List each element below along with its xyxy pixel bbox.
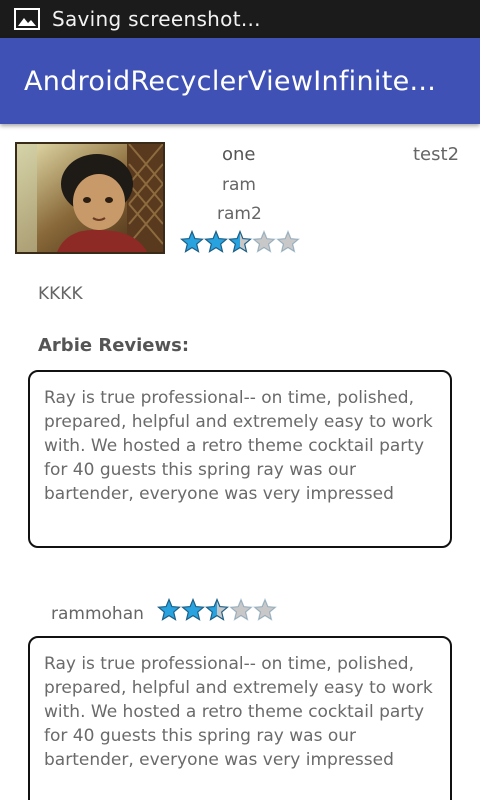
star-filled-icon bbox=[179, 229, 205, 254]
review-card: Ray is true professional-- on time, poli… bbox=[28, 370, 452, 548]
profile-tag: test2 bbox=[413, 144, 460, 165]
star-filled-icon bbox=[180, 597, 206, 622]
status-notification-text: Saving screenshot... bbox=[52, 7, 261, 31]
review-text: Ray is true professional-- on time, poli… bbox=[44, 654, 433, 770]
star-empty-icon bbox=[228, 597, 254, 622]
star-empty-icon bbox=[251, 229, 277, 254]
app-toolbar: AndroidRecyclerViewInfinite... bbox=[0, 38, 480, 124]
star-empty-icon bbox=[252, 597, 278, 622]
star-half-icon bbox=[204, 597, 230, 622]
profile-line-2: ram2 bbox=[217, 204, 262, 224]
star-filled-icon bbox=[156, 597, 182, 622]
star-half-icon bbox=[227, 229, 253, 254]
status-bar: Saving screenshot... bbox=[0, 0, 480, 38]
recycler-list[interactable]: one test2 ram ram2 KKKK Arbie Reviews: R… bbox=[0, 124, 480, 800]
star-empty-icon bbox=[275, 229, 301, 254]
reviewer-rating-bar bbox=[156, 597, 278, 622]
reviewer-name: rammohan bbox=[51, 604, 144, 624]
profile-line-1: ram bbox=[222, 175, 256, 195]
review-card: Ray is true professional-- on time, poli… bbox=[28, 636, 452, 800]
star-filled-icon bbox=[203, 229, 229, 254]
profile-name: one bbox=[222, 144, 256, 165]
image-icon bbox=[14, 8, 40, 30]
app-title: AndroidRecyclerViewInfinite... bbox=[24, 65, 437, 97]
review-text: Ray is true professional-- on time, poli… bbox=[44, 388, 433, 504]
profile-photo[interactable] bbox=[15, 142, 165, 254]
profile-note: KKKK bbox=[38, 284, 83, 304]
reviews-heading: Arbie Reviews: bbox=[38, 335, 190, 356]
profile-rating-bar bbox=[179, 229, 301, 254]
